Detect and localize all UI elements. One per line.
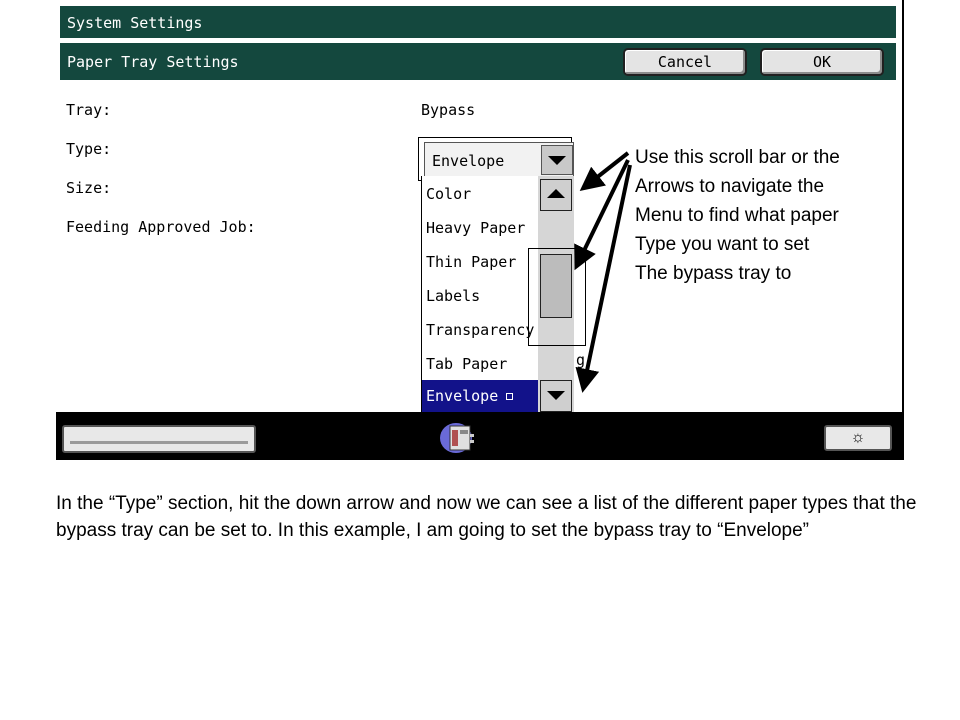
callout-line: Use this scroll bar or the — [635, 147, 840, 168]
arrow-to-scroll-down — [575, 164, 632, 393]
callout-text: Use this scroll bar or the Arrows to nav… — [635, 143, 935, 288]
callout-line: Type you want to set — [635, 234, 810, 255]
callout-line: Menu to find what paper — [635, 205, 839, 226]
annotation-arrows — [574, 151, 632, 393]
callout-line: The bypass tray to — [635, 263, 792, 284]
instruction-paragraph: In the “Type” section, hit the down arro… — [56, 493, 917, 541]
callout-line: Arrows to navigate the — [635, 176, 825, 197]
